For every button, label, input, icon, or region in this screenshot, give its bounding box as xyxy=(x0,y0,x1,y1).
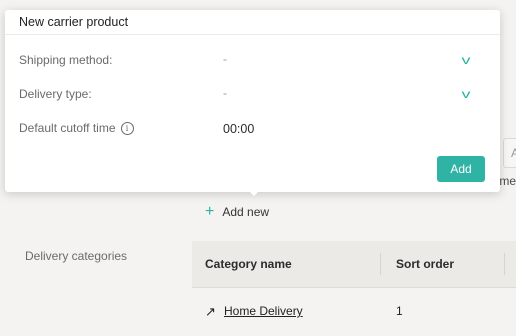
add-button[interactable]: Add xyxy=(437,156,485,182)
shipping-method-label-text: Shipping method: xyxy=(19,53,113,67)
cutoff-time-label: Default cutoff time i xyxy=(19,121,134,135)
cutoff-time-input[interactable]: 00:00 xyxy=(223,122,254,136)
add-new-button[interactable]: + Add new xyxy=(205,204,269,220)
column-divider xyxy=(504,253,505,275)
info-icon[interactable]: i xyxy=(120,121,134,135)
delivery-categories-label: Delivery categories xyxy=(25,249,128,263)
sort-order-value: 1 xyxy=(396,304,403,318)
delivery-type-select[interactable]: - xyxy=(223,86,227,100)
table-header: Category name Sort order xyxy=(192,241,516,288)
shipping-method-label: Shipping method: xyxy=(19,53,112,67)
new-carrier-product-popup: New carrier product Shipping method: - v… xyxy=(5,10,500,196)
shipping-method-select[interactable]: - xyxy=(223,52,227,66)
delivery-type-label-text: Delivery type: xyxy=(19,87,92,101)
category-name-link[interactable]: Home Delivery xyxy=(224,304,303,318)
plus-icon: + xyxy=(205,203,215,220)
popup-pointer xyxy=(248,190,260,196)
column-header-category-name[interactable]: Category name xyxy=(205,257,292,271)
external-link-arrow-icon[interactable]: ↗ xyxy=(205,304,216,320)
popup-title: New carrier product xyxy=(19,15,129,29)
column-divider xyxy=(380,253,381,275)
delivery-type-label: Delivery type: xyxy=(19,87,92,101)
background-input-letter: A xyxy=(511,146,516,160)
table-row[interactable]: ↗ Home Delivery 1 xyxy=(192,288,516,336)
chevron-down-icon[interactable]: v xyxy=(462,87,471,101)
popup-divider xyxy=(5,34,500,35)
column-header-sort-order[interactable]: Sort order xyxy=(396,257,454,271)
cutoff-time-label-text: Default cutoff time xyxy=(19,121,116,135)
delivery-categories-table: Category name Sort order ↗ Home Delivery… xyxy=(192,241,516,336)
add-new-label: Add new xyxy=(222,205,270,219)
chevron-down-icon[interactable]: v xyxy=(462,53,471,67)
